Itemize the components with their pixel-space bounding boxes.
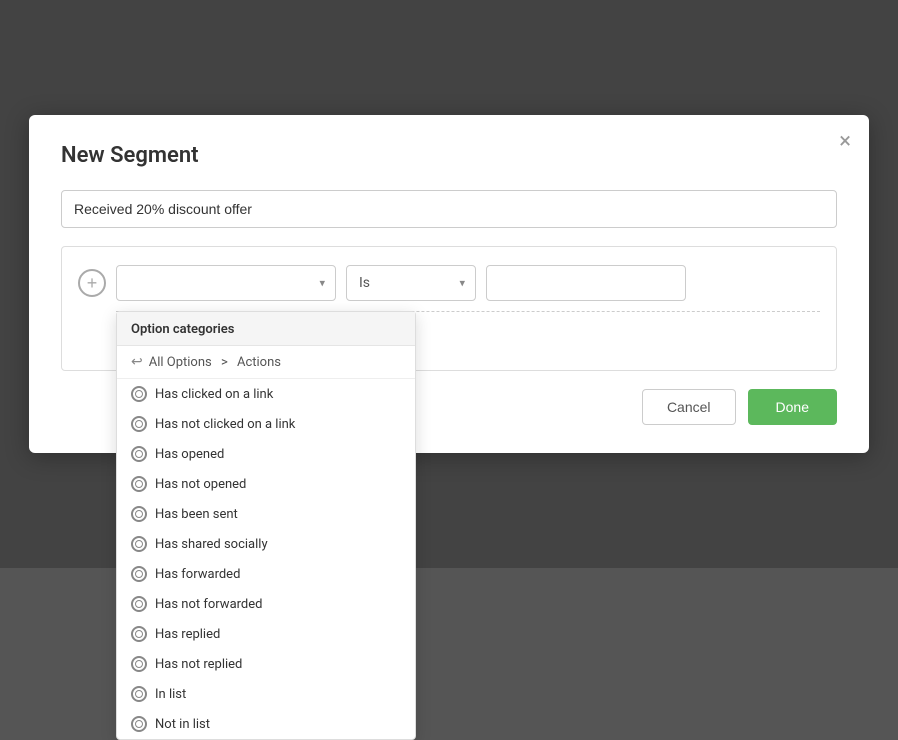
is-select-value: Is [359,275,370,291]
cancel-button[interactable]: Cancel [642,389,736,425]
dropdown-back-separator: > [218,355,231,370]
done-button[interactable]: Done [748,389,837,425]
option-icon-1 [131,416,147,432]
segment-condition-row: + ▾ Option categories ↩ All Options > [78,265,820,301]
dropdown-item-label-5: Has shared socially [155,537,268,552]
option-icon-2 [131,446,147,462]
dropdown-item-label-6: Has forwarded [155,567,240,582]
is-chevron-icon: ▾ [459,277,465,290]
dropdown-items-list: Has clicked on a link Has not clicked on… [117,379,415,739]
add-rule-button[interactable]: + [78,269,106,297]
is-select-wrapper[interactable]: Is ▾ [346,265,476,301]
option-icon-7 [131,596,147,612]
dropdown-item-label-3: Has not opened [155,477,246,492]
dropdown-item-9[interactable]: Has not replied [117,649,415,679]
dropdown-item-label-1: Has not clicked on a link [155,417,295,432]
chevron-down-icon: ▾ [319,277,325,290]
option-icon-5 [131,536,147,552]
dropdown-item-label-2: Has opened [155,447,224,462]
dropdown-item-label-4: Has been sent [155,507,238,522]
dropdown-item-label-8: Has replied [155,627,220,642]
dropdown-item-4[interactable]: Has been sent [117,499,415,529]
dropdown-item-3[interactable]: Has not opened [117,469,415,499]
dropdown-back-item[interactable]: ↩ All Options > Actions [117,346,415,379]
condition-value-input[interactable] [486,265,686,301]
dropdown-header: Option categories [117,312,415,346]
modal-title: New Segment [61,143,837,168]
option-icon-0 [131,386,147,402]
option-icon-9 [131,656,147,672]
dropdown-item-label-9: Has not replied [155,657,242,672]
dropdown-item-0[interactable]: Has clicked on a link [117,379,415,409]
dropdown-item-2[interactable]: Has opened [117,439,415,469]
dropdown-item-8[interactable]: Has replied [117,619,415,649]
option-icon-6 [131,566,147,582]
option-icon-4 [131,506,147,522]
back-arrow-icon: ↩ [131,354,143,370]
condition-main-select[interactable]: ▾ [116,265,336,301]
dropdown-item-label-0: Has clicked on a link [155,387,273,402]
condition-is-select[interactable]: Is ▾ [346,265,476,301]
dropdown-item-label-7: Has not forwarded [155,597,262,612]
modal-overlay: × New Segment + ▾ Option categories ↩ [0,0,898,568]
dropdown-item-5[interactable]: Has shared socially [117,529,415,559]
dropdown-back-label: All Options [149,355,212,370]
dropdown-item-11[interactable]: Not in list [117,709,415,739]
option-icon-11 [131,716,147,732]
segment-name-input[interactable] [61,190,837,228]
dropdown-back-sub: Actions [237,355,281,370]
dropdown-item-1[interactable]: Has not clicked on a link [117,409,415,439]
dropdown-item-label-10: In list [155,687,186,702]
option-icon-3 [131,476,147,492]
close-button[interactable]: × [839,131,851,153]
option-icon-10 [131,686,147,702]
segment-conditions-box: + ▾ Option categories ↩ All Options > [61,246,837,371]
condition-dropdown-panel: Option categories ↩ All Options > Action… [116,311,416,740]
dropdown-item-6[interactable]: Has forwarded [117,559,415,589]
option-icon-8 [131,626,147,642]
condition-select-wrapper[interactable]: ▾ Option categories ↩ All Options > Acti… [116,265,336,301]
dropdown-item-7[interactable]: Has not forwarded [117,589,415,619]
new-segment-modal: × New Segment + ▾ Option categories ↩ [29,115,869,453]
dropdown-item-label-11: Not in list [155,717,210,732]
dropdown-item-10[interactable]: In list [117,679,415,709]
